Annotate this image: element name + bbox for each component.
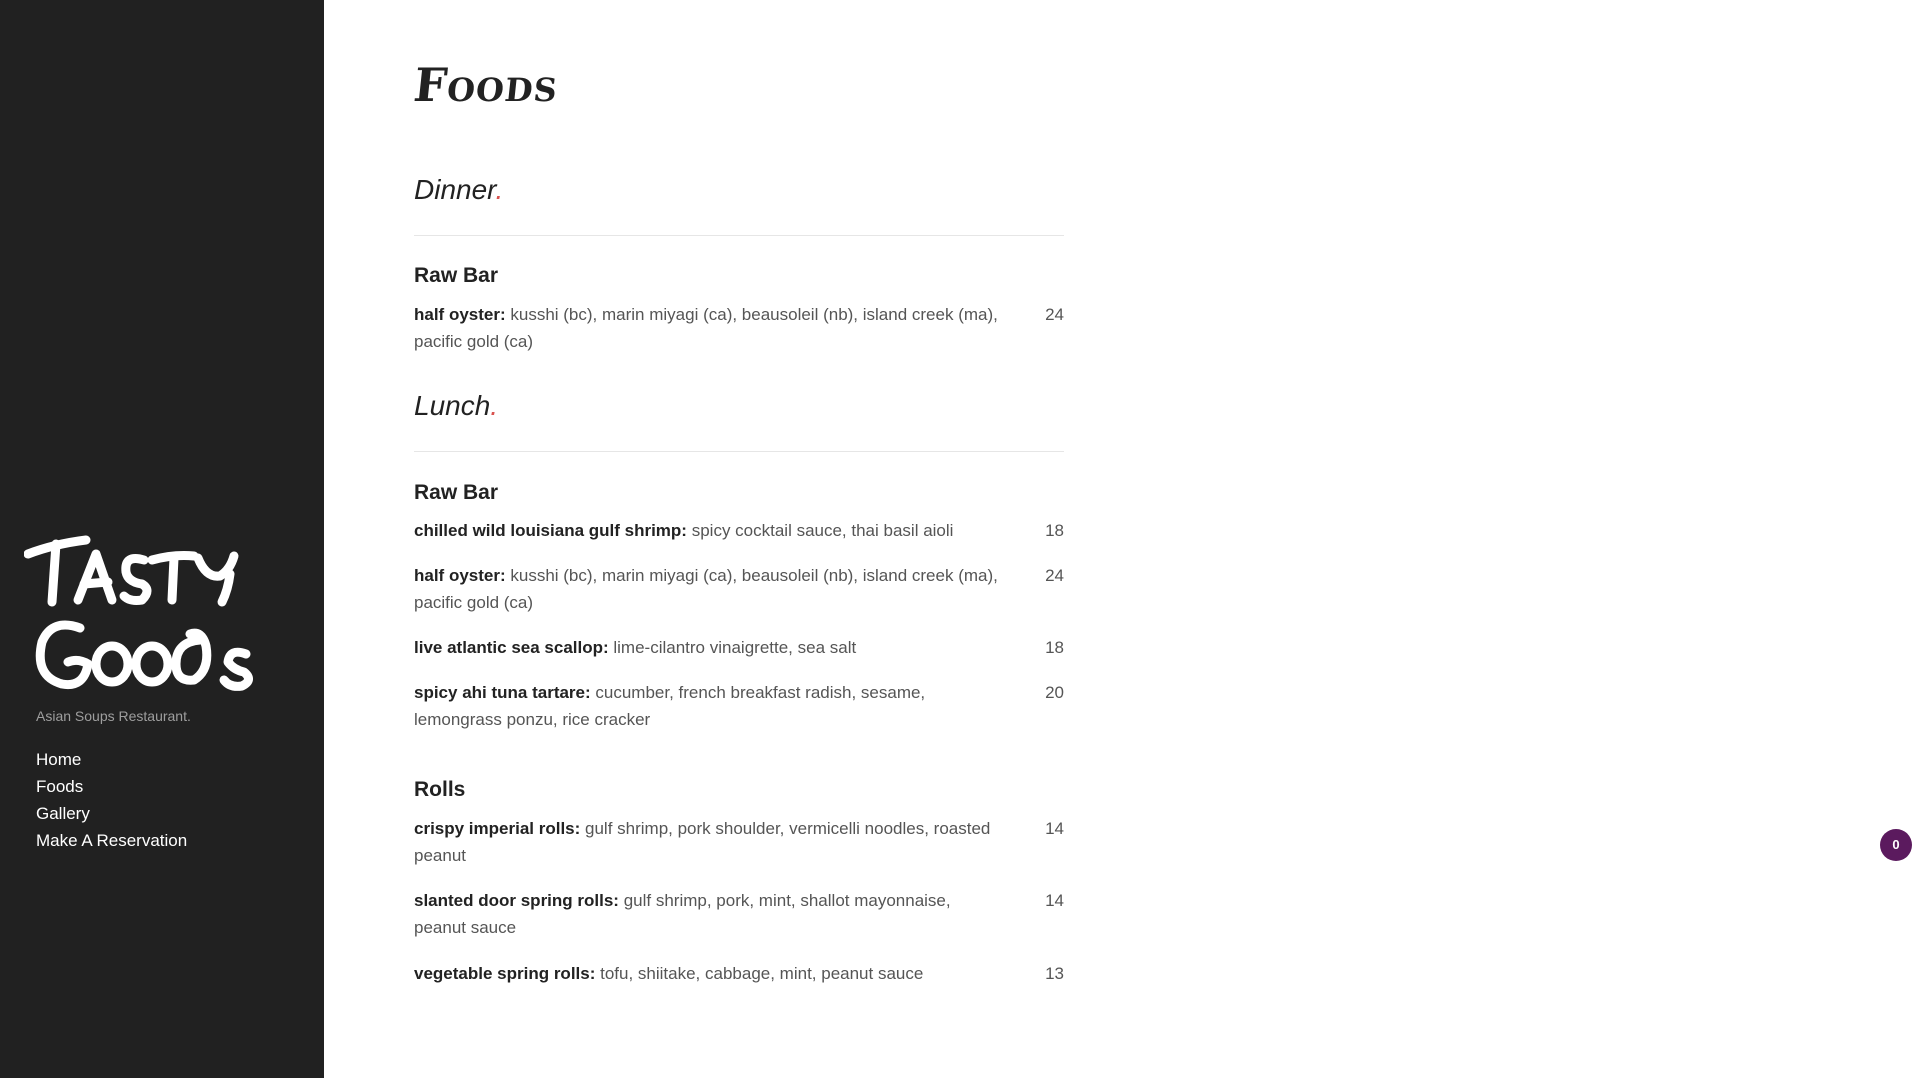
section-title-lunch: Lunch. <box>414 390 499 421</box>
menu-item: live atlantic sea scallop: lime-cilantro… <box>414 634 1064 661</box>
section-divider <box>414 451 1064 452</box>
menu-item-name: crispy imperial rolls: <box>414 819 581 838</box>
menu-item-price: 14 <box>1045 891 1064 910</box>
menu-item-desc: lime-cilantro vinaigrette, sea salt <box>608 638 857 657</box>
subsection-title-rolls: Rolls <box>414 778 466 801</box>
section-divider <box>414 235 1064 236</box>
menu-item-name: half oyster: <box>414 566 506 585</box>
menu-item-name: chilled wild louisiana gulf shrimp: <box>414 521 687 540</box>
nav-item-make-a-reservation[interactable]: Make A Reservation <box>36 827 187 854</box>
menu-item-name: spicy ahi tuna tartare: <box>414 683 591 702</box>
menu-item: vegetable spring rolls: tofu, shiitake, … <box>414 960 1064 987</box>
subsection-title-raw-bar: Raw Bar <box>414 264 499 287</box>
page-title: Foods <box>411 58 562 112</box>
menu-item-name: live atlantic sea scallop: <box>414 638 609 657</box>
menu-item-desc: spicy cocktail sauce, thai basil aioli <box>686 521 954 540</box>
menu-item: half oyster: kusshi (bc), marin miyagi (… <box>414 301 1064 355</box>
nav-item-gallery[interactable]: Gallery <box>36 800 187 827</box>
sidebar: Asian Soups Restaurant. Home Foods Galle… <box>0 0 324 1078</box>
menu-item-price: 24 <box>1045 305 1064 324</box>
menu-item-price: 14 <box>1045 819 1064 838</box>
main-nav: Home Foods Gallery Make A Reservation <box>36 746 187 854</box>
site-tagline: Asian Soups Restaurant. <box>36 708 191 724</box>
menu-item: spicy ahi tuna tartare: cucumber, french… <box>414 679 1064 733</box>
cart-count-badge[interactable]: 0 <box>1880 829 1912 861</box>
menu-item-name: vegetable spring rolls: <box>414 964 596 983</box>
menu-item: crispy imperial rolls: gulf shrimp, pork… <box>414 815 1064 869</box>
menu-item: slanted door spring rolls: gulf shrimp, … <box>414 887 1064 941</box>
menu-item-price: 18 <box>1045 638 1064 657</box>
subsection-title-raw-bar: Raw Bar <box>414 481 499 504</box>
menu-item: chilled wild louisiana gulf shrimp: spic… <box>414 517 1064 544</box>
menu-item-price: 13 <box>1045 964 1064 983</box>
nav-item-foods[interactable]: Foods <box>36 773 187 800</box>
menu-item-desc: tofu, shiitake, cabbage, mint, peanut sa… <box>595 964 924 983</box>
menu-item-name: slanted door spring rolls: <box>414 891 619 910</box>
menu-item: half oyster: kusshi (bc), marin miyagi (… <box>414 562 1064 616</box>
menu-item-price: 20 <box>1045 683 1064 702</box>
menu-item-price: 18 <box>1045 521 1064 540</box>
section-title-dinner: Dinner. <box>414 174 504 205</box>
site-logo[interactable] <box>24 530 264 700</box>
menu-item-name: half oyster: <box>414 305 506 324</box>
menu-item-price: 24 <box>1045 566 1064 585</box>
nav-item-home[interactable]: Home <box>36 746 187 773</box>
